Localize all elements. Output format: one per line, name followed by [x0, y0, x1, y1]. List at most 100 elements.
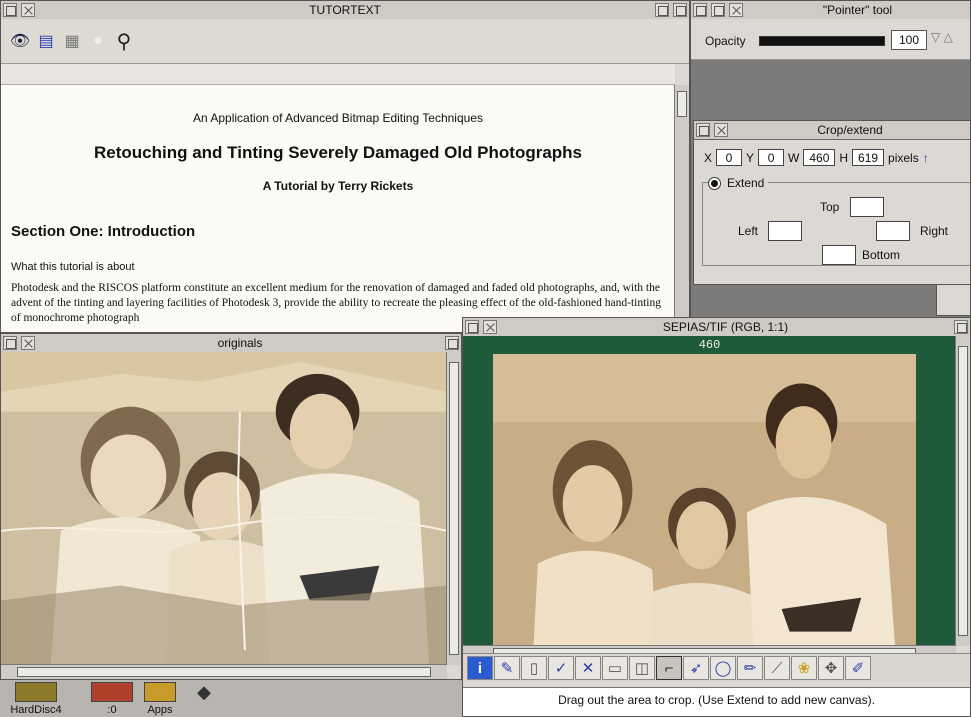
scroll-thumb[interactable] — [677, 91, 687, 117]
right-label: Right — [920, 224, 949, 238]
pointer-panel-bottom — [936, 284, 970, 316]
move-icon[interactable]: ✥ — [818, 656, 844, 680]
scroll-thumb[interactable] — [17, 667, 431, 677]
icon-bar-item-ram[interactable]: :0 — [90, 682, 134, 716]
h-label: H — [839, 150, 849, 165]
right-field[interactable] — [876, 221, 910, 241]
info-icon[interactable]: i — [467, 656, 493, 680]
bottom-field[interactable] — [822, 245, 856, 265]
back-icon[interactable] — [696, 123, 710, 137]
icon-bar-label: HardDisc4 — [10, 704, 62, 716]
sub-heading: What this tutorial is about — [11, 261, 135, 273]
radio-selected-icon[interactable] — [708, 176, 721, 190]
canvas-frame: 460 — [463, 336, 956, 660]
top-field[interactable] — [850, 197, 884, 217]
sepias-window: SEPIAS/TIF (RGB, 1:1) 460 i ✎ ▯ ✓ ✕ ▭ ◫ … — [462, 317, 971, 717]
tutortext-vscroll[interactable] — [674, 85, 689, 332]
originals-vscroll[interactable] — [446, 352, 461, 665]
originals-window: originals — [0, 333, 462, 680]
clipboard-icon[interactable]: ▯ — [521, 656, 547, 680]
back-icon[interactable] — [465, 320, 479, 334]
ram-disc-icon — [91, 682, 133, 702]
left-field[interactable] — [768, 221, 802, 241]
units-arrow-icon[interactable]: ↑ — [923, 151, 929, 165]
bottom-label: Bottom — [862, 248, 901, 262]
y-label: Y — [746, 150, 755, 165]
adjust-arrows-icon[interactable]: ▽ △ — [931, 30, 953, 44]
close-icon[interactable] — [21, 3, 35, 17]
x-field[interactable]: 0 — [716, 149, 743, 166]
tutortext-window: TUTORTEXT 👁 ▤ ▦ ● ⚲ An Application of Ad… — [0, 0, 690, 333]
close-icon[interactable] — [729, 3, 743, 17]
brush-icon[interactable]: ⟋ — [764, 656, 790, 680]
crop-fields: X 0 Y 0 W 460 H 619 pixels ↑ — [704, 149, 929, 166]
doc-title: Retouching and Tinting Severely Damaged … — [93, 143, 583, 162]
document-area[interactable]: An Application of Advanced Bitmap Editin… — [1, 85, 675, 332]
toggle-size-icon[interactable] — [673, 3, 687, 17]
w-label: W — [788, 150, 800, 165]
crop-titlebar[interactable]: Crop/extend — [694, 121, 970, 140]
back-icon[interactable] — [3, 3, 17, 17]
close-icon[interactable] — [483, 320, 497, 334]
originals-hscroll[interactable] — [1, 664, 447, 679]
icon-bar-item-apps[interactable]: Apps — [138, 682, 182, 716]
extend-radio[interactable]: Extend — [708, 176, 769, 190]
window-title: TUTORTEXT — [309, 3, 381, 17]
window-title: SEPIAS/TIF (RGB, 1:1) — [662, 320, 789, 334]
ruler-strip — [1, 64, 675, 85]
cancel-cross-icon[interactable]: ✕ — [575, 656, 601, 680]
left-label: Left — [738, 224, 759, 238]
smudge-icon[interactable]: ✐ — [845, 656, 871, 680]
crop-icon[interactable]: ⌐ — [656, 656, 682, 680]
y-field[interactable]: 0 — [758, 149, 785, 166]
damaged-photo-svg — [1, 352, 448, 665]
icon-bar-label: :0 — [107, 704, 117, 716]
sepias-titlebar[interactable]: SEPIAS/TIF (RGB, 1:1) — [463, 318, 970, 337]
iconise-icon[interactable] — [655, 3, 669, 17]
icon-bar-item-harddisc[interactable]: HardDisc4 — [6, 682, 66, 716]
damaged-photo-image[interactable] — [1, 352, 448, 665]
dropper-icon[interactable]: ✎ — [494, 656, 520, 680]
back-icon[interactable] — [3, 336, 17, 350]
close-icon[interactable] — [714, 123, 728, 137]
window-title: "Pointer" tool — [822, 3, 893, 17]
doc-kicker: An Application of Advanced Bitmap Editin… — [193, 111, 483, 125]
back-icon[interactable] — [693, 3, 707, 17]
tutortext-titlebar[interactable]: TUTORTEXT — [1, 1, 689, 20]
pointer-titlebar[interactable]: "Pointer" tool — [691, 1, 970, 20]
icon-bar-label: Apps — [147, 704, 173, 716]
lasso-icon[interactable]: ◯ — [710, 656, 736, 680]
sepia-photo-svg — [493, 354, 916, 660]
opacity-fill — [760, 37, 884, 45]
opacity-value[interactable]: 100 — [891, 30, 927, 50]
iconise-icon[interactable] — [445, 336, 459, 350]
scroll-thumb[interactable] — [958, 346, 968, 636]
eye-icon[interactable]: 👁 — [9, 30, 31, 52]
close-icon[interactable] — [21, 336, 35, 350]
dialog-title: Crop/extend — [817, 123, 883, 137]
width-field[interactable]: 460 — [803, 149, 836, 166]
opacity-label: Opacity — [705, 34, 746, 48]
print-icon[interactable]: ▦ — [61, 30, 83, 52]
sepias-vscroll[interactable] — [955, 336, 970, 646]
save-icon[interactable]: ▤ — [35, 30, 57, 52]
pointer-icon[interactable]: ➶ — [683, 656, 709, 680]
confirm-tick-icon[interactable]: ✓ — [548, 656, 574, 680]
opacity-slider[interactable] — [759, 36, 885, 46]
originals-titlebar[interactable]: originals — [1, 334, 461, 353]
frame-icon[interactable]: ▭ — [602, 656, 628, 680]
diamond-icon[interactable]: ◆ — [190, 682, 218, 703]
settings-icon[interactable]: ● — [87, 30, 109, 52]
back-icon[interactable] — [711, 3, 725, 17]
double-frame-icon[interactable]: ◫ — [629, 656, 655, 680]
opacity-row: Opacity 100 ▽ △ — [691, 19, 970, 60]
tool-palette: i ✎ ▯ ✓ ✕ ▭ ◫ ⌐ ➶ ◯ ✏ ⟋ ❀ ✥ ✐ — [463, 653, 970, 682]
sepia-photo-image[interactable] — [493, 354, 916, 660]
scroll-thumb[interactable] — [449, 362, 459, 655]
pencil-icon[interactable]: ✏ — [737, 656, 763, 680]
height-field[interactable]: 619 — [852, 149, 885, 166]
search-icon[interactable]: ⚲ — [113, 30, 135, 53]
iconise-icon[interactable] — [954, 320, 968, 334]
palette-icon[interactable]: ❀ — [791, 656, 817, 680]
icon-bar: HardDisc4 :0 Apps ◆ — [0, 680, 462, 717]
